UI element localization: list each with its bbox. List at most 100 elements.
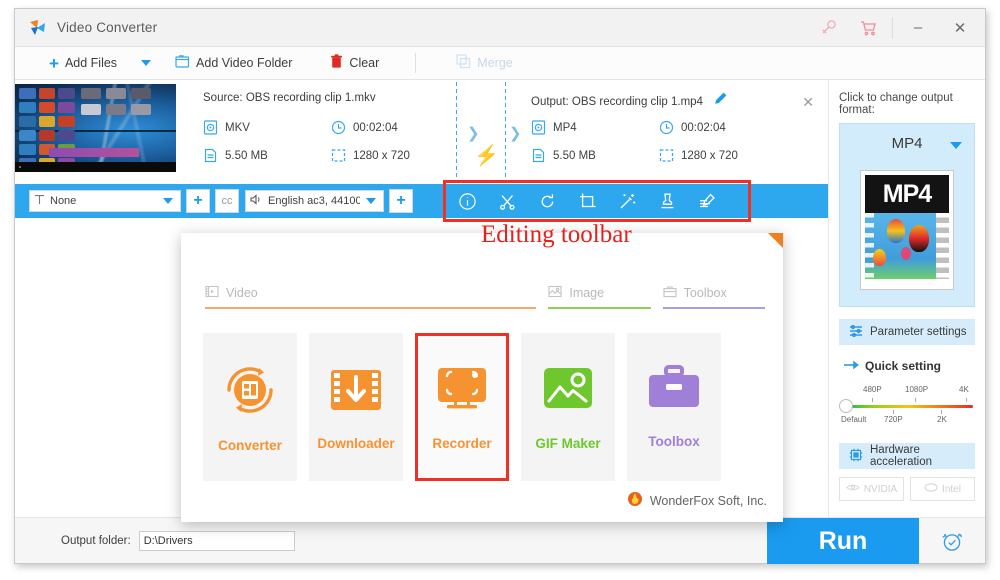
title-bar-controls: – ✕: [808, 9, 985, 46]
tab-toolbox[interactable]: Toolbox: [662, 285, 765, 309]
output-row-1: MP4 00:02:04: [531, 120, 787, 135]
arrow-right-icon-2: ❯: [509, 125, 522, 142]
editing-toolbar: [447, 184, 727, 218]
card-toolbox[interactable]: Toolbox: [627, 333, 721, 481]
add-files-button[interactable]: + Add Files: [39, 47, 127, 79]
popup-corner-marker: [768, 233, 783, 248]
quick-setting-label: Quick setting: [865, 359, 942, 373]
card-converter[interactable]: Converter: [203, 333, 297, 481]
intel-toggle[interactable]: Intel: [910, 477, 975, 501]
output-row-2: 5.50 MB 1280 x 720: [531, 148, 787, 163]
minimize-button[interactable]: –: [897, 9, 939, 47]
lightning-icon: ⚡: [474, 145, 499, 167]
clear-button[interactable]: Clear: [320, 47, 389, 79]
audio-track-select[interactable]: English ac3, 44100 H: [245, 190, 384, 212]
card-recorder-highlight: [415, 333, 509, 481]
output-folder-input[interactable]: D:\Drivers: [138, 530, 295, 551]
nvidia-icon: [846, 483, 860, 495]
card-gif-maker-label: GIF Maker: [535, 436, 601, 451]
tab-image[interactable]: Image: [548, 285, 651, 309]
source-row-2: 5.50 MB 1280 x 720: [203, 148, 459, 163]
screenshot-root: Video Converter – ✕ + Add Files Add Vide…: [0, 0, 1000, 580]
quick-setting-header: Quick setting: [843, 359, 985, 373]
alarm-clock-icon[interactable]: [919, 518, 985, 564]
divider-dashed-right: [505, 82, 506, 178]
brand-label: WonderFox Soft, Inc.: [649, 493, 767, 508]
annotation-editing-toolbar: Editing toolbar: [481, 221, 632, 248]
clear-label: Clear: [349, 56, 380, 70]
hardware-acceleration-button[interactable]: Hardware acceleration: [839, 443, 975, 469]
parameter-settings-button[interactable]: Parameter settings: [839, 319, 975, 345]
tab-toolbox-label: Toolbox: [683, 286, 727, 300]
document-icon: [531, 148, 546, 163]
app-window: Video Converter – ✕ + Add Files Add Vide…: [14, 8, 986, 564]
add-files-dropdown[interactable]: [127, 47, 165, 79]
output-format-box[interactable]: MP4 MP4: [839, 123, 975, 307]
intel-label: Intel: [942, 483, 961, 495]
title-bar: Video Converter – ✕: [15, 9, 985, 47]
scissors-icon[interactable]: [487, 184, 527, 218]
slider-top-ticks: 480P 1080P 4K: [863, 385, 969, 394]
add-video-folder-button[interactable]: Add Video Folder: [165, 47, 302, 79]
folder-icon: [175, 54, 190, 72]
video-file-icon: [531, 120, 546, 135]
merge-button[interactable]: Merge: [446, 47, 522, 79]
edit-filename-icon[interactable]: [714, 92, 727, 108]
run-button[interactable]: Run: [767, 518, 919, 564]
video-thumbnail[interactable]: [15, 84, 176, 172]
key-icon[interactable]: [808, 9, 848, 47]
slider-track[interactable]: [845, 405, 973, 408]
quality-slider[interactable]: 480P 1080P 4K Default 720P 2K: [839, 385, 973, 433]
nvidia-toggle[interactable]: NVIDIA: [839, 477, 904, 501]
chevron-down-icon: [366, 198, 376, 204]
intel-icon: [924, 483, 938, 495]
popup-tabs: Video Image Toolbox: [205, 285, 765, 309]
card-recorder[interactable]: Recorder: [415, 333, 509, 481]
add-subtitle-button[interactable]: +: [186, 189, 210, 213]
slider-handle[interactable]: [839, 399, 853, 413]
bottom-bar: Output folder: D:\Drivers Run: [15, 517, 985, 564]
gpu-options: NVIDIA Intel: [839, 477, 975, 501]
change-format-label: Click to change output format:: [839, 92, 953, 116]
menu-divider: [415, 53, 417, 73]
card-downloader-label: Downloader: [317, 436, 395, 451]
slider-bottom-ticks: Default 720P 2K: [841, 415, 947, 424]
app-title: Video Converter: [57, 20, 158, 35]
product-switcher-popup: Video Image Toolbox Converter Downloader…: [181, 233, 783, 522]
source-resolution: 1280 x 720: [331, 148, 459, 163]
card-downloader[interactable]: Downloader: [309, 333, 403, 481]
remove-file-button[interactable]: ✕: [802, 94, 814, 111]
hardware-acceleration-label: Hardware acceleration: [870, 444, 933, 468]
plus-icon: +: [49, 53, 59, 73]
cc-settings-button[interactable]: cc: [215, 189, 239, 213]
text-icon: [34, 194, 45, 208]
sliders-icon: [849, 324, 863, 341]
source-row-1: MKV 00:02:04: [203, 120, 459, 135]
watermark-icon[interactable]: [647, 184, 687, 218]
card-gif-maker[interactable]: GIF Maker: [521, 333, 615, 481]
subtitle-edit-icon[interactable]: [687, 184, 727, 218]
nvidia-label: NVIDIA: [863, 483, 898, 495]
output-resolution: 1280 x 720: [659, 148, 787, 163]
clock-icon: [659, 120, 674, 135]
output-format: MP4: [531, 120, 659, 135]
crop-icon[interactable]: [567, 184, 607, 218]
effects-icon[interactable]: [607, 184, 647, 218]
add-audio-button[interactable]: +: [389, 189, 413, 213]
cart-icon[interactable]: [848, 9, 888, 47]
film-icon: [205, 285, 219, 301]
quick-setting-icon: [843, 359, 859, 373]
toolbox-icon: [663, 285, 677, 301]
product-cards: Converter Downloader Recorder GIF Maker …: [203, 333, 721, 481]
close-button[interactable]: ✕: [939, 9, 981, 47]
rotate-icon[interactable]: [527, 184, 567, 218]
tab-video[interactable]: Video: [205, 285, 537, 309]
output-settings-panel: Click to change output format: MP4 MP4 P…: [828, 80, 985, 517]
info-icon[interactable]: [447, 184, 487, 218]
subtitle-select[interactable]: None: [29, 190, 181, 212]
divider-dashed-left: [456, 82, 457, 178]
format-preview-label: MP4: [865, 175, 949, 213]
source-format: MKV: [203, 120, 331, 135]
chevron-down-icon[interactable]: [950, 142, 962, 149]
chevron-down-icon: [163, 198, 173, 204]
